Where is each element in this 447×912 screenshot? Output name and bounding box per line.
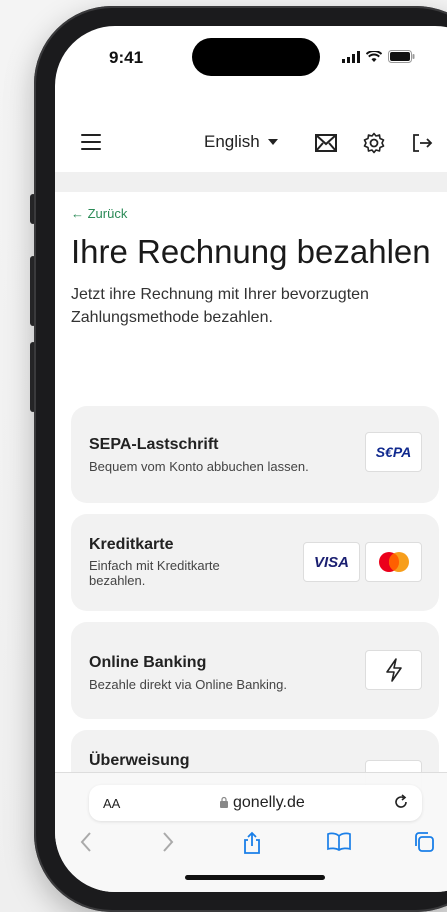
sepa-logo: S€PA — [365, 432, 422, 472]
mastercard-logo — [365, 542, 422, 582]
lock-icon — [220, 796, 228, 808]
home-indicator — [185, 875, 325, 880]
payment-option-online-banking[interactable]: Online Banking Bezahle direkt via Online… — [71, 622, 439, 719]
page-content: ← Zurück Ihre Rechnung bezahlen Jetzt ih… — [71, 206, 446, 329]
payment-title: Überweisung — [89, 752, 190, 769]
payment-desc: Bequem vom Konto abbuchen lassen. — [89, 459, 309, 474]
language-label: English — [204, 132, 260, 151]
url-text: gonelly.de — [219, 794, 305, 812]
payment-title: SEPA-Lastschrift — [89, 436, 219, 453]
device-stage: 9:41 English ← Zurück Ihre Rechnung beza… — [0, 0, 447, 912]
header-divider-band — [55, 172, 447, 192]
reader-aa-button[interactable]: AA — [103, 796, 120, 811]
tabs-icon[interactable] — [413, 831, 435, 853]
status-time: 9:41 — [109, 48, 144, 67]
mastercard-icon — [378, 552, 409, 572]
url-label: gonelly.de — [233, 794, 305, 811]
lightning-icon — [385, 658, 402, 682]
share-icon[interactable] — [242, 831, 262, 855]
signal-icon — [342, 50, 360, 63]
address-bar[interactable]: AA gonelly.de — [89, 785, 422, 821]
page-lead: Jetzt ihre Rechnung mit Ihrer bevorzugte… — [71, 286, 369, 326]
back-link[interactable]: ← Zurück — [71, 206, 446, 221]
phone-screen: 9:41 English ← Zurück Ihre Rechnung beza… — [55, 26, 447, 892]
status-bar: 9:41 — [55, 26, 447, 90]
menu-icon[interactable] — [81, 134, 101, 150]
bookmarks-icon[interactable] — [327, 831, 351, 851]
mail-icon[interactable] — [315, 134, 337, 152]
payment-desc: Bezahle direkt via Online Banking. — [89, 677, 288, 692]
battery-icon — [388, 50, 415, 63]
chevron-down-icon — [267, 139, 278, 145]
browser-toolbar: AA gonelly.de — [55, 772, 447, 892]
sepa-logo-text: S€PA — [375, 444, 412, 460]
visa-logo-text: VISA — [313, 553, 349, 571]
browser-nav-row — [55, 831, 447, 861]
language-selector[interactable]: English — [204, 132, 278, 152]
app-header: English — [55, 118, 447, 172]
payment-option-sepa[interactable]: SEPA-Lastschrift Bequem vom Konto abbuch… — [71, 406, 439, 503]
back-icon[interactable] — [79, 831, 93, 853]
dynamic-island — [192, 38, 320, 76]
status-icons — [342, 50, 415, 63]
visa-logo: VISA — [303, 542, 360, 582]
payment-title: Kreditkarte — [89, 536, 174, 553]
reload-icon[interactable] — [392, 793, 410, 811]
forward-icon[interactable] — [161, 831, 175, 853]
gear-icon[interactable] — [363, 132, 385, 154]
lightning-logo — [365, 650, 422, 690]
payment-title: Online Banking — [89, 654, 207, 671]
page-title: Ihre Rechnung bezahlen — [71, 233, 431, 270]
wifi-icon — [366, 50, 382, 62]
logout-icon[interactable] — [411, 132, 433, 154]
payment-option-creditcard[interactable]: Kreditkarte Einfach mit Kreditkarte beza… — [71, 514, 439, 611]
payment-desc: Einfach mit Kreditkarte bezahlen. — [89, 558, 220, 588]
